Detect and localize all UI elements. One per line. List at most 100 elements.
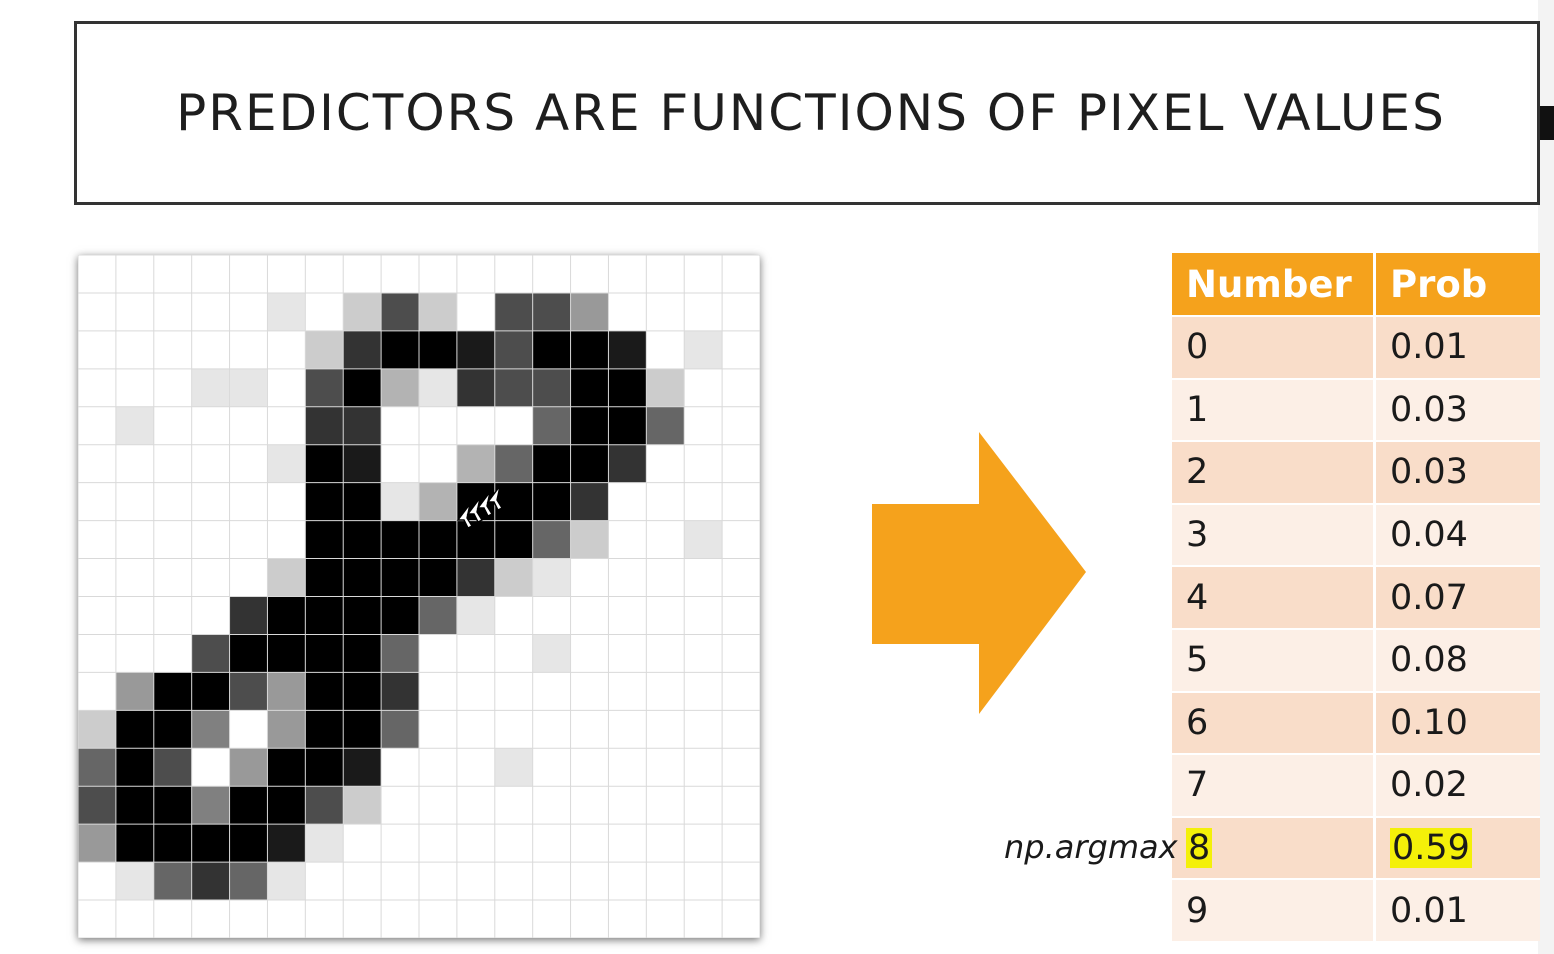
pixel-cell [381, 330, 420, 370]
pixel-cell [646, 406, 685, 446]
table-row: 4 0.07 [1172, 565, 1540, 628]
pixel-cell [456, 406, 496, 446]
pixel-cell [532, 748, 571, 787]
pixel-cell [343, 520, 382, 559]
pixel-cell [570, 900, 609, 938]
pixel-cell [722, 330, 760, 370]
number-cell: 9 [1172, 878, 1376, 941]
prob-cell: 0.59 [1376, 815, 1540, 879]
pixel-cell [115, 520, 155, 559]
pixel-cell [153, 824, 192, 863]
pixel-cell [684, 330, 723, 370]
pixel-cell [305, 444, 344, 483]
pixel-cell [722, 634, 760, 673]
pixel-cell [343, 748, 382, 787]
pixel-cell [305, 255, 344, 294]
pixel-cell [153, 482, 192, 521]
pixel-cell [191, 634, 230, 673]
pixel-cell [78, 255, 117, 294]
pixel-cell [305, 824, 344, 863]
pixel-cell [608, 672, 647, 711]
number-cell: 7 [1172, 753, 1376, 816]
pixel-cell [419, 255, 458, 294]
header-prob: Prob [1376, 253, 1540, 315]
pixel-cell [646, 558, 685, 597]
header-number: Number [1172, 253, 1376, 315]
pixel-cell [153, 406, 192, 446]
pixel-cell [456, 558, 496, 597]
pixel-cell [419, 900, 458, 938]
pixel-cell [646, 255, 685, 294]
pixel-cell [684, 786, 723, 825]
pixel-cell [153, 634, 192, 673]
pixel-cell [494, 255, 533, 294]
number-cell: 0 [1172, 315, 1376, 378]
pixel-cell [305, 520, 344, 559]
pixel-cell [722, 786, 760, 825]
pixel-cell [608, 786, 647, 825]
pixel-cell [343, 786, 382, 825]
pixel-cell [78, 292, 117, 332]
pixel-cell [229, 368, 268, 408]
pixel-cell [722, 482, 760, 521]
pixel-cell [381, 482, 420, 521]
pixel-cell [532, 520, 571, 559]
pixel-cell [684, 520, 723, 559]
pixel-cell [419, 520, 458, 559]
pixel-cell [229, 330, 268, 370]
number-value: 7 [1186, 765, 1209, 806]
pixel-cell [267, 482, 306, 521]
pixel-cell [419, 368, 458, 408]
prob-cell: 0.03 [1376, 440, 1540, 503]
pixel-cell [684, 710, 723, 749]
table-header-row: Number Prob [1172, 253, 1540, 315]
number-value: 5 [1186, 640, 1209, 681]
pixel-cell [115, 748, 155, 787]
pixel-cell [646, 786, 685, 825]
pixel-cell [191, 786, 230, 825]
pixel-cell [646, 634, 685, 673]
pixel-cell [608, 482, 647, 521]
pixel-cell [78, 520, 117, 559]
pixel-cell [608, 710, 647, 749]
pixel-cell [78, 824, 117, 863]
pixel-cell [532, 482, 571, 521]
number-cell: 5 [1172, 627, 1376, 691]
pixel-cell [419, 482, 458, 521]
pixel-cell [343, 368, 382, 408]
pixel-cell [153, 862, 192, 901]
pixel-cell [570, 292, 609, 332]
pixel-cell [494, 292, 533, 332]
pixel-cell [305, 710, 344, 749]
pixel-cell [229, 672, 268, 711]
pixel-cell [381, 634, 420, 673]
pixel-cell [267, 748, 306, 787]
pixel-cell [191, 900, 230, 938]
pixel-cell [115, 368, 155, 408]
pixel-cell [191, 368, 230, 408]
pixel-cell [78, 406, 117, 446]
pixel-cell [722, 672, 760, 711]
pixel-cell [532, 444, 571, 483]
pixel-cell [494, 406, 533, 446]
pixel-cell [722, 255, 760, 294]
table-row: 0 0.01 [1172, 315, 1540, 378]
pixel-cell [267, 862, 306, 901]
number-cell: 2 [1172, 440, 1376, 503]
number-cell: 3 [1172, 502, 1376, 566]
pixel-cell [381, 255, 420, 294]
pixel-cell [646, 710, 685, 749]
pixel-cell [381, 672, 420, 711]
pixel-cell [343, 824, 382, 863]
pixel-cell [115, 862, 155, 901]
pixel-cell [722, 748, 760, 787]
prob-cell: 0.01 [1376, 315, 1540, 378]
pixel-cell [229, 406, 268, 446]
pixel-cell [115, 900, 155, 938]
pixel-cell [267, 596, 306, 635]
prob-cell: 0.04 [1376, 502, 1540, 566]
pixel-cell [343, 255, 382, 294]
pixel-cell [78, 596, 117, 635]
pixel-cell [343, 862, 382, 901]
pixel-cell [267, 824, 306, 863]
